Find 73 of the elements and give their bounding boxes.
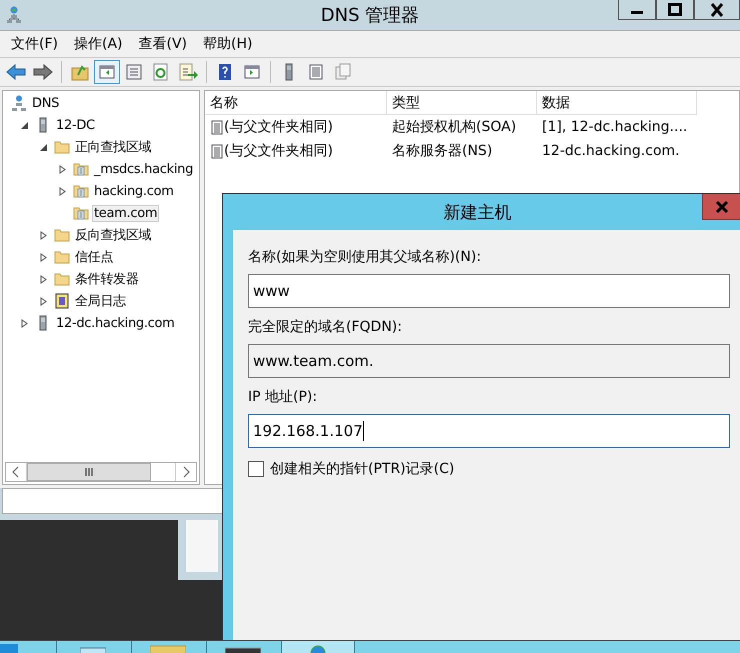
tree-item[interactable]: 12-dc.hacking.com xyxy=(54,314,177,332)
minimize-button[interactable] xyxy=(618,0,656,20)
menu-item[interactable]: 查看(V) xyxy=(138,35,188,53)
table-cell-text: 起始授权机构(SOA) xyxy=(391,118,518,136)
menu-item[interactable]: 文件(F) xyxy=(11,35,58,53)
record-icon xyxy=(211,144,223,158)
window-icon xyxy=(80,647,106,653)
forward-arrow-icon[interactable] xyxy=(31,61,55,83)
column-header[interactable]: 名称 xyxy=(205,91,387,115)
zone-folder-icon xyxy=(73,161,89,177)
menu-item[interactable]: 操作(A) xyxy=(74,35,122,53)
close-icon xyxy=(715,200,729,212)
expand-arrow-icon[interactable] xyxy=(38,230,48,240)
table-cell: (与父文件夹相同) xyxy=(224,142,333,160)
dialog-title: 新建主机 xyxy=(444,202,512,224)
tree-item[interactable]: 全局日志 xyxy=(73,291,128,311)
folder-icon xyxy=(54,249,70,265)
checkbox[interactable] xyxy=(248,461,264,477)
close-icon xyxy=(710,2,724,16)
close-button[interactable] xyxy=(694,0,740,20)
field-label: IP 地址(P): xyxy=(248,388,318,406)
table-cell: (与父文件夹相同) xyxy=(224,118,333,136)
tree-item[interactable]: 正向查找区域 xyxy=(73,137,154,157)
console-tree-icon[interactable] xyxy=(95,61,119,83)
text-caret xyxy=(362,421,364,441)
table-cell-text: 名称服务器(NS) xyxy=(391,142,494,160)
tree-item[interactable]: 反向查找区域 xyxy=(73,225,154,245)
maximize-button[interactable] xyxy=(656,0,694,20)
tree-item[interactable]: 12-DC xyxy=(54,116,97,134)
network-icon xyxy=(6,6,22,24)
collapse-arrow-icon[interactable] xyxy=(20,120,28,130)
network-icon xyxy=(11,95,27,111)
start-icon[interactable] xyxy=(0,644,18,653)
folder-icon xyxy=(150,645,186,653)
column-header[interactable]: 数据 xyxy=(537,91,697,115)
table-cell-text: 12-dc.hacking.com. xyxy=(541,143,681,159)
text-field[interactable]: www xyxy=(248,274,730,308)
back-arrow-icon[interactable] xyxy=(4,61,28,83)
menu-item[interactable]: 帮助(H) xyxy=(203,35,252,53)
log-book-icon xyxy=(54,293,70,309)
folder-icon xyxy=(54,271,70,287)
window-title: DNS 管理器 xyxy=(320,4,420,27)
expand-arrow-icon[interactable] xyxy=(38,296,48,306)
tree-item[interactable]: _msdcs.hacking xyxy=(92,160,196,178)
folder-icon xyxy=(54,227,70,243)
maximize-icon xyxy=(668,2,682,16)
terminal-icon xyxy=(225,647,261,653)
text-field[interactable]: 192.168.1.107 xyxy=(248,414,730,448)
expand-arrow-icon[interactable] xyxy=(20,318,28,328)
expand-arrow-icon[interactable] xyxy=(58,186,66,196)
globe-icon xyxy=(310,645,326,653)
tree-item[interactable]: 条件转发器 xyxy=(73,269,141,289)
collapse-arrow-icon[interactable] xyxy=(38,142,48,152)
checkbox-label[interactable]: 创建相关的指针(PTR)记录(C) xyxy=(270,460,454,478)
tree-item[interactable]: 信任点 xyxy=(73,247,116,267)
expand-arrow-icon[interactable] xyxy=(38,252,48,262)
folder-icon xyxy=(54,139,70,155)
zone-folder-icon xyxy=(73,183,89,199)
zone-folder-icon xyxy=(73,205,89,221)
scrollbar-thumb[interactable] xyxy=(27,463,151,481)
field-label: 名称(如果为空则使用其父域名称)(N): xyxy=(248,248,482,266)
expand-arrow-icon[interactable] xyxy=(38,274,48,284)
tree-item[interactable]: team.com xyxy=(92,204,160,222)
taskbar-button[interactable] xyxy=(281,641,355,653)
table-cell-text: [1], 12-dc.hacking.... xyxy=(541,119,688,135)
tree-item[interactable]: DNS xyxy=(30,94,62,112)
tree-item[interactable]: hacking.com xyxy=(92,182,176,200)
minimize-icon xyxy=(631,11,643,14)
column-header[interactable]: 类型 xyxy=(387,91,537,115)
field-label: 完全限定的域名(FQDN): xyxy=(248,318,403,336)
horizontal-scrollbar[interactable] xyxy=(5,462,197,482)
record-icon xyxy=(211,120,223,134)
expand-arrow-icon[interactable] xyxy=(58,164,66,174)
